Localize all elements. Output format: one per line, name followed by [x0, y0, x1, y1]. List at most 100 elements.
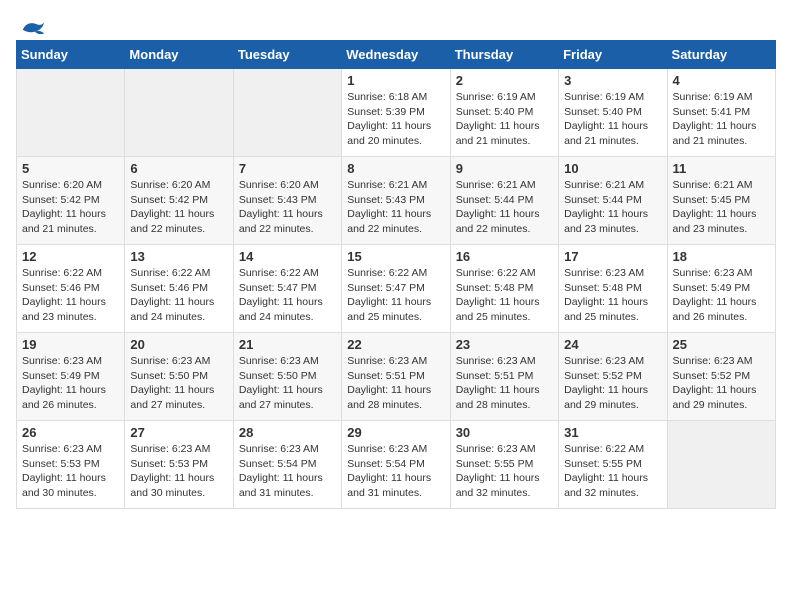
- calendar-cell: 29 Sunrise: 6:23 AMSunset: 5:54 PMDayligh…: [342, 421, 450, 509]
- day-number: 4: [673, 73, 770, 88]
- day-number: 15: [347, 249, 444, 264]
- day-info: Sunrise: 6:19 AMSunset: 5:41 PMDaylight:…: [673, 90, 770, 149]
- calendar-cell: 13Sunrise: 6:22 AMSunset: 5:46 PMDayligh…: [125, 245, 233, 333]
- day-number: 17: [564, 249, 661, 264]
- day-info: Sunrise: 6:22 AMSunset: 5:47 PMDaylight:…: [347, 266, 444, 325]
- day-number: 6: [130, 161, 227, 176]
- calendar-week-row: 12Sunrise: 6:22 AMSunset: 5:46 PMDayligh…: [17, 245, 776, 333]
- calendar-cell: 1Sunrise: 6:18 AMSunset: 5:39 PMDaylight…: [342, 69, 450, 157]
- day-of-week-header: Thursday: [450, 41, 558, 69]
- day-number: 23: [456, 337, 553, 352]
- day-number: 19: [22, 337, 119, 352]
- day-number: 18: [673, 249, 770, 264]
- calendar-cell: 3Sunrise: 6:19 AMSunset: 5:40 PMDaylight…: [559, 69, 667, 157]
- day-info: Sunrise: 6:23 AMSunset: 5:49 PMDaylight:…: [22, 354, 119, 413]
- day-number: 28: [239, 425, 336, 440]
- day-number: 27: [130, 425, 227, 440]
- calendar-cell: 24 Sunrise: 6:23 AMSunset: 5:52 PMDayligh…: [559, 333, 667, 421]
- calendar-week-row: 19 Sunrise: 6:23 AMSunset: 5:49 PMDayligh…: [17, 333, 776, 421]
- day-number: 3: [564, 73, 661, 88]
- day-number: 11: [673, 161, 770, 176]
- calendar-header-row: SundayMondayTuesdayWednesdayThursdayFrid…: [17, 41, 776, 69]
- day-number: 8: [347, 161, 444, 176]
- calendar-cell: 25Sunrise: 6:23 AMSunset: 5:52 PMDayligh…: [667, 333, 775, 421]
- calendar-cell: 12Sunrise: 6:22 AMSunset: 5:46 PMDayligh…: [17, 245, 125, 333]
- calendar-cell: 31 Sunrise: 6:22 AMSunset: 5:55 PMDayligh…: [559, 421, 667, 509]
- day-info: Sunrise: 6:23 AMSunset: 5:54 PMDaylight:…: [347, 442, 444, 501]
- day-number: 1: [347, 73, 444, 88]
- page-header: [16, 16, 776, 32]
- day-number: 2: [456, 73, 553, 88]
- day-info: Sunrise: 6:21 AMSunset: 5:44 PMDaylight:…: [456, 178, 553, 237]
- day-number: 5: [22, 161, 119, 176]
- calendar-cell: 14 Sunrise: 6:22 AMSunset: 5:47 PMDayligh…: [233, 245, 341, 333]
- calendar-cell: 4 Sunrise: 6:19 AMSunset: 5:41 PMDaylight…: [667, 69, 775, 157]
- day-info: Sunrise: 6:23 AMSunset: 5:55 PMDaylight:…: [456, 442, 553, 501]
- calendar-cell: 9 Sunrise: 6:21 AMSunset: 5:44 PMDaylight…: [450, 157, 558, 245]
- day-number: 30: [456, 425, 553, 440]
- calendar-cell: 19 Sunrise: 6:23 AMSunset: 5:49 PMDayligh…: [17, 333, 125, 421]
- calendar-cell: 28 Sunrise: 6:23 AMSunset: 5:54 PMDayligh…: [233, 421, 341, 509]
- day-info: Sunrise: 6:23 AMSunset: 5:52 PMDaylight:…: [564, 354, 661, 413]
- calendar-cell: 16Sunrise: 6:22 AMSunset: 5:48 PMDayligh…: [450, 245, 558, 333]
- calendar-cell: [17, 69, 125, 157]
- calendar-cell: 17 Sunrise: 6:23 AMSunset: 5:48 PMDayligh…: [559, 245, 667, 333]
- day-number: 20: [130, 337, 227, 352]
- day-info: Sunrise: 6:20 AMSunset: 5:43 PMDaylight:…: [239, 178, 336, 237]
- calendar-cell: 5 Sunrise: 6:20 AMSunset: 5:42 PMDaylight…: [17, 157, 125, 245]
- day-info: Sunrise: 6:23 AMSunset: 5:50 PMDaylight:…: [239, 354, 336, 413]
- calendar-table: SundayMondayTuesdayWednesdayThursdayFrid…: [16, 40, 776, 509]
- day-info: Sunrise: 6:23 AMSunset: 5:54 PMDaylight:…: [239, 442, 336, 501]
- day-number: 10: [564, 161, 661, 176]
- day-info: Sunrise: 6:20 AMSunset: 5:42 PMDaylight:…: [22, 178, 119, 237]
- day-of-week-header: Saturday: [667, 41, 775, 69]
- day-info: Sunrise: 6:23 AMSunset: 5:53 PMDaylight:…: [22, 442, 119, 501]
- day-info: Sunrise: 6:23 AMSunset: 5:51 PMDaylight:…: [456, 354, 553, 413]
- day-info: Sunrise: 6:23 AMSunset: 5:52 PMDaylight:…: [673, 354, 770, 413]
- calendar-cell: [667, 421, 775, 509]
- logo-bird-icon: [18, 16, 46, 38]
- day-info: Sunrise: 6:23 AMSunset: 5:53 PMDaylight:…: [130, 442, 227, 501]
- calendar-cell: 11 Sunrise: 6:21 AMSunset: 5:45 PMDayligh…: [667, 157, 775, 245]
- day-number: 26: [22, 425, 119, 440]
- day-number: 14: [239, 249, 336, 264]
- day-number: 13: [130, 249, 227, 264]
- calendar-week-row: 1Sunrise: 6:18 AMSunset: 5:39 PMDaylight…: [17, 69, 776, 157]
- day-number: 22: [347, 337, 444, 352]
- calendar-cell: 15 Sunrise: 6:22 AMSunset: 5:47 PMDayligh…: [342, 245, 450, 333]
- day-info: Sunrise: 6:23 AMSunset: 5:50 PMDaylight:…: [130, 354, 227, 413]
- day-number: 21: [239, 337, 336, 352]
- calendar-cell: 18Sunrise: 6:23 AMSunset: 5:49 PMDayligh…: [667, 245, 775, 333]
- calendar-cell: 27 Sunrise: 6:23 AMSunset: 5:53 PMDayligh…: [125, 421, 233, 509]
- day-info: Sunrise: 6:19 AMSunset: 5:40 PMDaylight:…: [456, 90, 553, 149]
- calendar-cell: 30 Sunrise: 6:23 AMSunset: 5:55 PMDayligh…: [450, 421, 558, 509]
- day-info: Sunrise: 6:22 AMSunset: 5:48 PMDaylight:…: [456, 266, 553, 325]
- day-info: Sunrise: 6:23 AMSunset: 5:48 PMDaylight:…: [564, 266, 661, 325]
- day-info: Sunrise: 6:20 AMSunset: 5:42 PMDaylight:…: [130, 178, 227, 237]
- calendar-cell: 7 Sunrise: 6:20 AMSunset: 5:43 PMDaylight…: [233, 157, 341, 245]
- day-number: 7: [239, 161, 336, 176]
- calendar-cell: 10Sunrise: 6:21 AMSunset: 5:44 PMDayligh…: [559, 157, 667, 245]
- calendar-cell: 21 Sunrise: 6:23 AMSunset: 5:50 PMDayligh…: [233, 333, 341, 421]
- calendar-cell: 22 Sunrise: 6:23 AMSunset: 5:51 PMDayligh…: [342, 333, 450, 421]
- day-of-week-header: Sunday: [17, 41, 125, 69]
- calendar-cell: 23 Sunrise: 6:23 AMSunset: 5:51 PMDayligh…: [450, 333, 558, 421]
- day-info: Sunrise: 6:22 AMSunset: 5:55 PMDaylight:…: [564, 442, 661, 501]
- calendar-week-row: 26 Sunrise: 6:23 AMSunset: 5:53 PMDayligh…: [17, 421, 776, 509]
- calendar-week-row: 5 Sunrise: 6:20 AMSunset: 5:42 PMDaylight…: [17, 157, 776, 245]
- day-info: Sunrise: 6:22 AMSunset: 5:47 PMDaylight:…: [239, 266, 336, 325]
- day-number: 31: [564, 425, 661, 440]
- calendar-cell: 2 Sunrise: 6:19 AMSunset: 5:40 PMDaylight…: [450, 69, 558, 157]
- day-of-week-header: Tuesday: [233, 41, 341, 69]
- day-info: Sunrise: 6:23 AMSunset: 5:51 PMDaylight:…: [347, 354, 444, 413]
- day-number: 24: [564, 337, 661, 352]
- day-number: 29: [347, 425, 444, 440]
- day-info: Sunrise: 6:21 AMSunset: 5:45 PMDaylight:…: [673, 178, 770, 237]
- day-of-week-header: Wednesday: [342, 41, 450, 69]
- calendar-cell: 26 Sunrise: 6:23 AMSunset: 5:53 PMDayligh…: [17, 421, 125, 509]
- day-number: 9: [456, 161, 553, 176]
- day-of-week-header: Friday: [559, 41, 667, 69]
- calendar-cell: 20 Sunrise: 6:23 AMSunset: 5:50 PMDayligh…: [125, 333, 233, 421]
- calendar-cell: [125, 69, 233, 157]
- day-of-week-header: Monday: [125, 41, 233, 69]
